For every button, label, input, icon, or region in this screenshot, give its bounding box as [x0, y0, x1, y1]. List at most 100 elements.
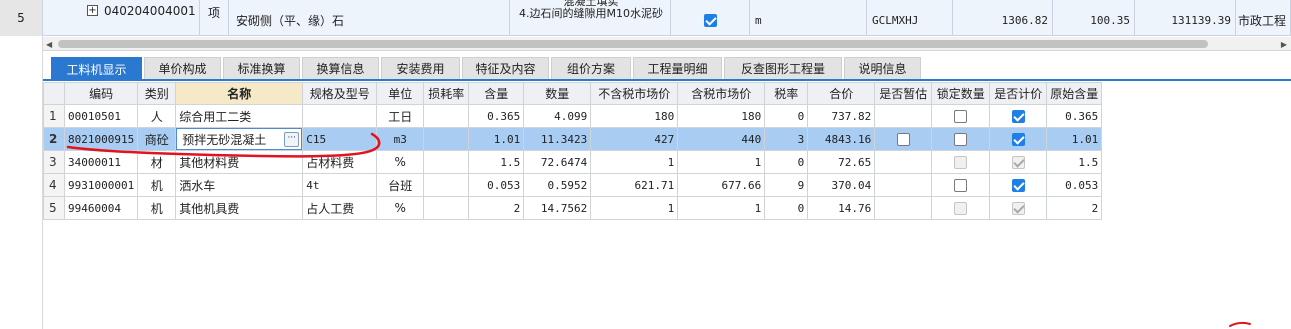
unit-cell[interactable]: % — [376, 196, 425, 220]
header-name[interactable]: 名称 — [175, 82, 304, 105]
header-total[interactable]: 合价 — [807, 82, 876, 105]
spec-cell[interactable]: 占人工费 — [302, 196, 378, 220]
code-cell[interactable]: 99460004 — [63, 196, 139, 220]
tab-installation-cost[interactable]: 安装费用 — [381, 57, 460, 79]
tax-cell[interactable]: 9 — [764, 173, 809, 197]
price-in-cell[interactable]: 180 — [677, 104, 766, 128]
loss-cell[interactable] — [423, 173, 470, 197]
category-cell[interactable]: 材 — [137, 150, 177, 174]
code-cell[interactable]: 34000011 — [63, 150, 139, 174]
spec-cell[interactable]: C15 — [302, 127, 378, 151]
item-features[interactable]: 混凝土填实 4.边石间的缝隙用M10水泥砂 — [510, 0, 671, 36]
header-spec[interactable]: 规格及型号 — [302, 82, 378, 105]
unit-cell[interactable]: m3 — [376, 127, 425, 151]
tax-cell[interactable]: 0 — [764, 104, 809, 128]
price-ex-cell[interactable]: 1 — [590, 196, 679, 220]
tab-pricing-scheme[interactable]: 组价方案 — [551, 57, 631, 79]
price-ex-cell[interactable]: 621.71 — [590, 173, 679, 197]
tab-conversion-info[interactable]: 换算信息 — [302, 57, 379, 79]
category-cell[interactable]: 商砼 — [137, 127, 177, 151]
content-cell[interactable]: 1.5 — [468, 150, 525, 174]
spec-cell[interactable] — [302, 104, 378, 128]
lock-checkbox[interactable] — [954, 133, 968, 146]
header-code[interactable]: 编码 — [63, 82, 139, 105]
quantity-cell[interactable]: 4.099 — [523, 104, 592, 128]
price-in-cell[interactable]: 1 — [677, 196, 766, 220]
header-lock-quantity[interactable]: 锁定数量 — [931, 82, 991, 105]
loss-cell[interactable] — [423, 196, 470, 220]
price-in-cell[interactable]: 440 — [677, 127, 766, 151]
header-price-in-tax[interactable]: 含税市场价 — [677, 82, 766, 105]
lock-checkbox[interactable] — [954, 179, 968, 192]
category-cell[interactable]: 人 — [137, 104, 177, 128]
lock-checkbox[interactable] — [954, 110, 968, 123]
price-ex-cell[interactable]: 427 — [590, 127, 679, 151]
header-price-ex-tax[interactable]: 不含税市场价 — [590, 82, 679, 105]
tab-description-info[interactable]: 说明信息 — [844, 57, 921, 79]
more-options-icon[interactable]: ··· — [284, 132, 300, 147]
spec-cell[interactable]: 4t — [302, 173, 378, 197]
tax-cell[interactable]: 0 — [764, 150, 809, 174]
tax-cell[interactable]: 0 — [764, 196, 809, 220]
name-cell[interactable]: 其他材料费 — [175, 150, 304, 174]
item-checkbox[interactable] — [703, 13, 717, 27]
table-row[interactable]: 4 9931000001 机 洒水车 4t 台班 0.053 0.5952 62… — [43, 173, 1103, 197]
estimate-checkbox[interactable] — [896, 133, 910, 146]
header-original-content[interactable]: 原始含量 — [1046, 82, 1103, 105]
price-ex-cell[interactable]: 180 — [590, 104, 679, 128]
price-in-cell[interactable]: 1 — [677, 150, 766, 174]
tax-cell[interactable]: 3 — [764, 127, 809, 151]
parent-item-row[interactable]: 5 + 040204004001 项 安砌侧（平、缘）石 混凝土填实 4.边石间… — [0, 0, 1291, 36]
code-cell[interactable]: 8021000915 — [63, 127, 139, 151]
price-ex-cell[interactable]: 1 — [590, 150, 679, 174]
unit-cell[interactable]: % — [376, 150, 425, 174]
unit-cell[interactable]: 工日 — [376, 104, 425, 128]
header-is-priced[interactable]: 是否计价 — [989, 82, 1048, 105]
name-cell[interactable]: 综合用工二类 — [175, 104, 304, 128]
tab-reverse-graphic-quantity[interactable]: 反查图形工程量 — [724, 57, 842, 79]
spec-cell[interactable]: 占材料费 — [302, 150, 378, 174]
scrollbar-thumb[interactable] — [58, 40, 1208, 48]
category-cell[interactable]: 机 — [137, 173, 177, 197]
header-tax-rate[interactable]: 税率 — [764, 82, 809, 105]
name-cell[interactable]: 其他机具费 — [175, 196, 304, 220]
scroll-left-icon[interactable]: ◀ — [46, 40, 52, 49]
expand-icon[interactable]: + — [87, 5, 98, 16]
item-name[interactable]: 安砌侧（平、缘）石 — [229, 0, 510, 36]
price-in-cell[interactable]: 677.66 — [677, 173, 766, 197]
loss-cell[interactable] — [423, 150, 470, 174]
table-row[interactable]: 3 34000011 材 其他材料费 占材料费 % 1.5 72.6474 1 … — [43, 150, 1103, 174]
quantity-cell[interactable]: 0.5952 — [523, 173, 592, 197]
item-quantity[interactable]: 1306.82 — [953, 0, 1053, 36]
name-cell[interactable]: 洒水车 — [175, 173, 304, 197]
name-edit-input[interactable]: 预拌无砂混凝土 ··· — [176, 128, 302, 150]
content-cell[interactable]: 0.365 — [468, 104, 525, 128]
header-loss-rate[interactable]: 损耗率 — [423, 82, 470, 105]
code-cell[interactable]: 00010501 — [63, 104, 139, 128]
tab-quantity-detail[interactable]: 工程量明细 — [633, 57, 722, 79]
loss-cell[interactable] — [423, 104, 470, 128]
code-cell[interactable]: 9931000001 — [63, 173, 139, 197]
content-cell[interactable]: 2 — [468, 196, 525, 220]
horizontal-scrollbar[interactable]: ◀ ▶ — [43, 37, 1291, 51]
loss-cell[interactable] — [423, 127, 470, 151]
tab-unit-price-composition[interactable]: 单价构成 — [144, 57, 221, 79]
content-cell[interactable]: 1.01 — [468, 127, 525, 151]
quantity-cell[interactable]: 14.7562 — [523, 196, 592, 220]
content-cell[interactable]: 0.053 — [468, 173, 525, 197]
table-row-selected[interactable]: 2 8021000915 商砼 预拌无砂混凝土 ··· C15 m3 1.01 … — [43, 127, 1103, 151]
tab-standard-conversion[interactable]: 标准换算 — [223, 57, 300, 79]
header-quantity[interactable]: 数量 — [523, 82, 592, 105]
scroll-right-icon[interactable]: ▶ — [1281, 40, 1287, 49]
priced-checkbox[interactable] — [1011, 133, 1025, 146]
header-category[interactable]: 类别 — [137, 82, 177, 105]
tab-features-content[interactable]: 特征及内容 — [462, 57, 549, 79]
tab-labor-material-machine[interactable]: 工料机显示 — [51, 57, 142, 81]
header-unit[interactable]: 单位 — [376, 82, 425, 105]
priced-checkbox[interactable] — [1011, 110, 1025, 123]
header-content[interactable]: 含量 — [468, 82, 525, 105]
quantity-cell[interactable]: 72.6474 — [523, 150, 592, 174]
unit-cell[interactable]: 台班 — [376, 173, 425, 197]
table-row[interactable]: 5 99460004 机 其他机具费 占人工费 % 2 14.7562 1 1 … — [43, 196, 1103, 220]
header-is-estimate[interactable]: 是否暂估 — [874, 82, 933, 105]
